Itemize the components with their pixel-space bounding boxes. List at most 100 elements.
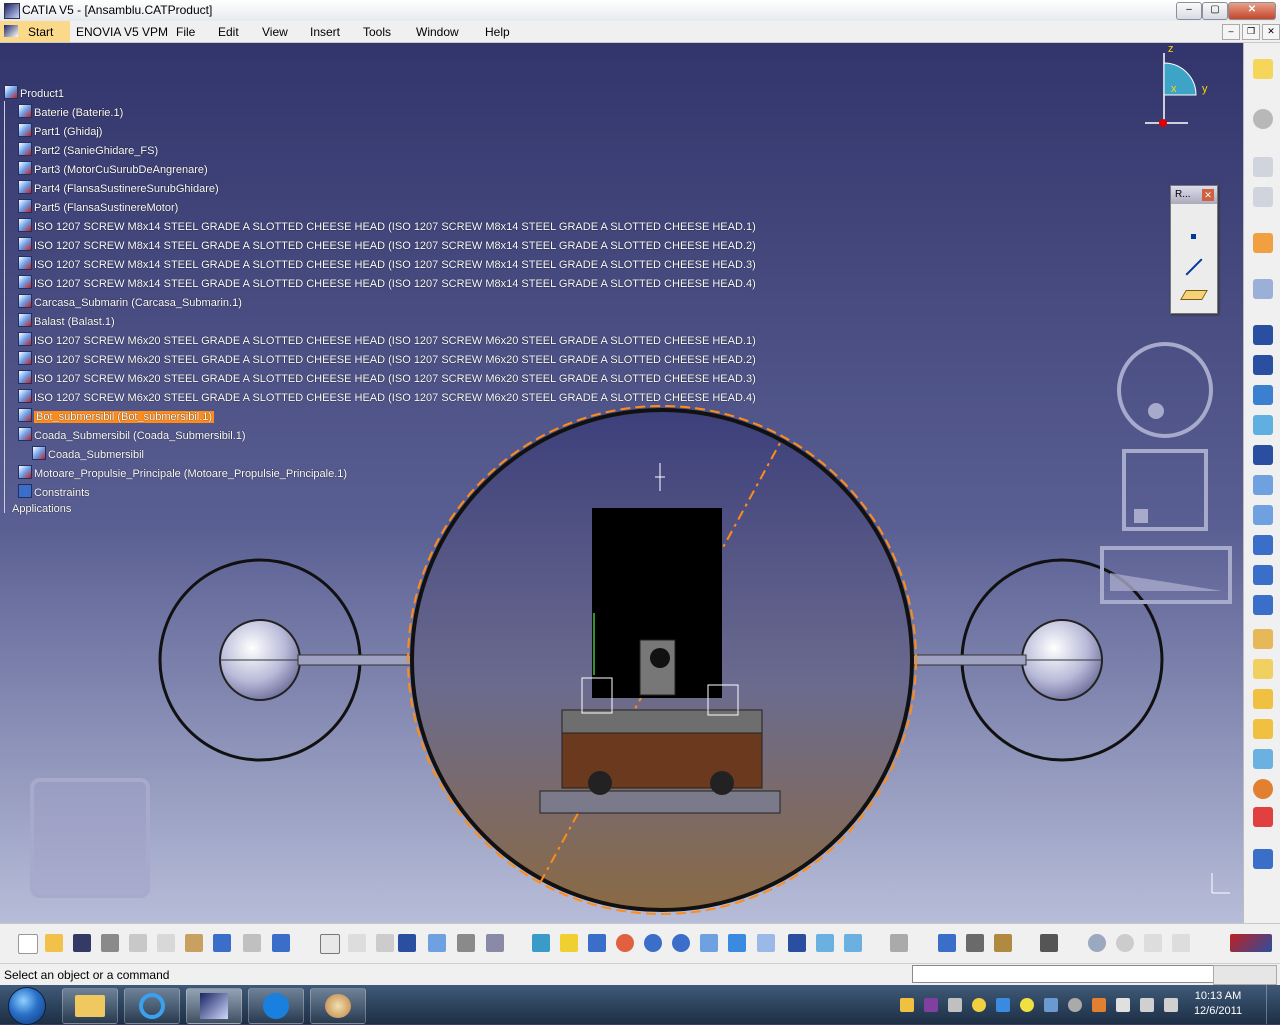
tree-node[interactable]: ISO 1207 SCREW M6x20 STEEL GRADE A SLOTT… [18,351,756,368]
tree-node[interactable]: Balast (Balast.1) [18,313,115,330]
graph-tree-icon[interactable] [1253,445,1273,465]
3d-viewport[interactable]: z x y Product1 Baterie (Baterie.1) Part1… [0,43,1243,923]
measure-inertia-icon[interactable] [994,934,1012,952]
tree-node[interactable]: ISO 1207 SCREW M8x14 STEEL GRADE A SLOTT… [18,218,756,235]
zoom-out-icon[interactable] [672,934,690,952]
tree-node[interactable]: Carcasa_Submarin (Carcasa_Submarin.1) [18,294,242,311]
tray-sync-icon[interactable] [1068,998,1082,1012]
close-button[interactable]: ✕ [1228,2,1276,20]
tray-java-icon[interactable] [1092,998,1106,1012]
select-arrow-icon[interactable] [1253,233,1273,253]
gear-icon[interactable] [1253,109,1273,129]
offset-icon[interactable] [1253,689,1273,709]
help-icon[interactable] [272,934,290,952]
tree-node[interactable]: Part2 (SanieGhidare_FS) [18,142,158,159]
menu-item-insert[interactable]: Insert [310,25,340,39]
tray-power-icon[interactable] [1140,998,1154,1012]
coincidence-icon[interactable] [1253,629,1273,649]
tree-node[interactable]: ISO 1207 SCREW M6x20 STEEL GRADE A SLOTT… [18,389,756,406]
tray-flag-icon[interactable] [1116,998,1130,1012]
quick-constraint-icon[interactable] [1253,807,1273,827]
tree-node[interactable]: ISO 1207 SCREW M6x20 STEEL GRADE A SLOTT… [18,370,756,387]
tree-node[interactable]: Part4 (FlansaSustinereSurubGhidare) [18,180,219,197]
tray-messenger-icon[interactable] [972,998,986,1012]
tree-node[interactable]: Part3 (MotorCuSurubDeAngrenare) [18,161,208,178]
hide-show-icon[interactable] [816,934,834,952]
tree-node[interactable]: ISO 1207 SCREW M6x20 STEEL GRADE A SLOTT… [18,332,756,349]
tree-node[interactable]: Coada_Submersibil (Coada_Submersibil.1) [18,427,246,444]
tree-expand-icon[interactable] [428,934,446,952]
table-icon[interactable] [398,934,416,952]
new-product-icon[interactable] [1253,355,1273,375]
point-icon[interactable] [1191,234,1196,239]
shading-icon[interactable] [788,934,806,952]
contact-icon[interactable] [1253,659,1273,679]
mdi-minimize-button[interactable]: – [1222,24,1240,40]
pan-icon[interactable] [588,934,606,952]
windows-start-button[interactable] [8,987,46,1025]
tray-status-icon[interactable] [1020,998,1034,1012]
smart-move-icon[interactable] [1253,595,1273,615]
tree-node[interactable]: Baterie (Baterie.1) [18,104,123,121]
zoom-in-icon[interactable] [644,934,662,952]
tree-node-constraints[interactable]: Constraints [18,484,90,501]
save-icon[interactable] [73,934,91,952]
tree-node[interactable]: ISO 1207 SCREW M8x14 STEEL GRADE A SLOTT… [18,275,756,292]
new-part-icon[interactable] [1253,385,1273,405]
tray-volume-icon[interactable] [1164,998,1178,1012]
menu-item-file[interactable]: File [176,25,195,39]
command-input[interactable] [912,965,1216,983]
menu-item-start[interactable]: Start [28,25,53,39]
tree-node[interactable]: Part5 (FlansaSustinereMotor) [18,199,178,216]
fix-icon[interactable] [1253,749,1273,769]
stop-manipulate-icon[interactable] [1253,565,1273,585]
copy-icon[interactable] [157,934,175,952]
teamviewer-taskbar-icon[interactable] [248,988,304,1024]
tray-display-icon[interactable] [1044,998,1058,1012]
command-button[interactable] [1213,965,1277,985]
plane-icon[interactable] [1180,290,1208,300]
menu-item-window[interactable]: Window [416,25,459,39]
menu-item-help[interactable]: Help [485,25,510,39]
rotate-icon[interactable] [616,934,634,952]
camera-icon[interactable] [1040,934,1058,952]
knowledge-icon[interactable] [376,934,394,952]
minimize-button[interactable]: – [1176,2,1202,20]
menu-item-enovia[interactable]: ENOVIA V5 VPM [76,25,168,39]
analysis-icon[interactable] [1253,849,1273,869]
compass-icon[interactable] [1088,934,1106,952]
tree-node[interactable]: ISO 1207 SCREW M8x14 STEEL GRADE A SLOTT… [18,256,756,273]
tree-root[interactable]: Product1 [4,85,64,102]
new-file-icon[interactable] [18,934,38,954]
menu-item-view[interactable]: View [262,25,288,39]
iso-view-icon[interactable] [757,934,775,952]
update-icon[interactable] [890,934,908,952]
grid-icon[interactable] [1172,934,1190,952]
axis-icon[interactable] [1144,934,1162,952]
replace-component-icon[interactable] [1253,415,1273,435]
undo-icon[interactable] [213,934,231,952]
explode-icon[interactable] [1253,535,1273,555]
catia-taskbar-icon[interactable] [186,988,242,1024]
tree-node-child[interactable]: Coada_Submersibil [32,446,144,463]
manipulate-icon[interactable] [1253,475,1273,495]
fly-mode-icon[interactable] [532,934,550,952]
tree-node-selected[interactable]: Bot_submersibil (Bot_submersibil.1) [18,408,215,425]
fix-together-icon[interactable] [1253,779,1273,799]
catalog-browser-icon[interactable] [1253,187,1273,207]
measure-between-icon[interactable] [938,934,956,952]
sketch-icon[interactable] [1253,279,1273,299]
assembly-icon[interactable] [1253,59,1273,79]
tray-folder-icon[interactable] [900,998,914,1012]
explorer-taskbar-icon[interactable] [62,988,118,1024]
show-desktop-button[interactable] [1266,985,1280,1024]
tree-node[interactable]: Part1 (Ghidaj) [18,123,102,140]
print-icon[interactable] [101,934,119,952]
menu-start[interactable]: Start [0,21,70,42]
normal-view-icon[interactable] [700,934,718,952]
tray-onenote-icon[interactable] [924,998,938,1012]
menu-item-edit[interactable]: Edit [218,25,239,39]
menu-item-tools[interactable]: Tools [363,25,391,39]
tree-node-applications[interactable]: Applications [12,503,71,520]
fit-all-icon[interactable] [560,934,578,952]
